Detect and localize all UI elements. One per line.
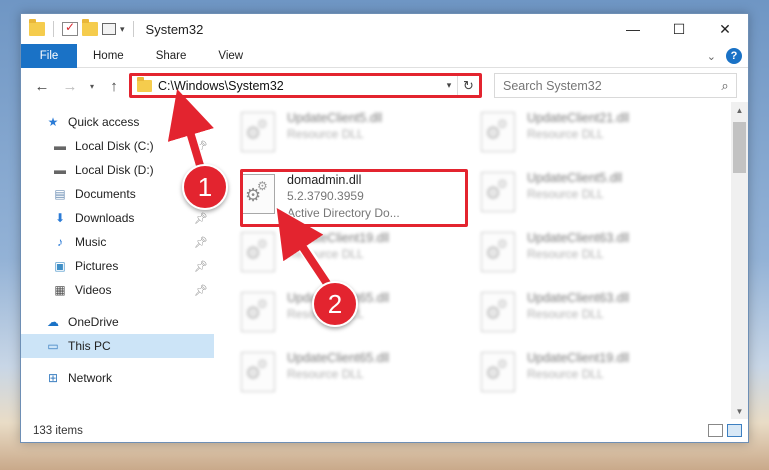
callout-step-1: 1 — [182, 164, 228, 210]
callout-step-2: 2 — [312, 281, 358, 327]
callout-arrows — [167, 89, 336, 294]
arrow-2 — [276, 208, 334, 292]
